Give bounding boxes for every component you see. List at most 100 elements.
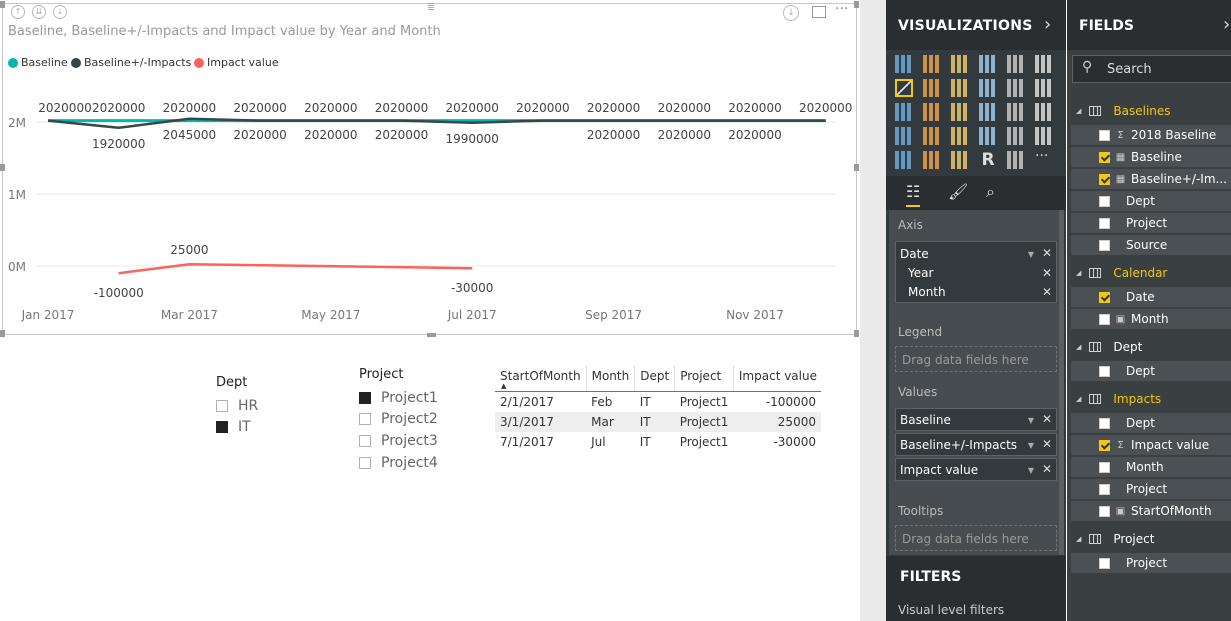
checkbox-empty-icon[interactable] (1099, 129, 1110, 141)
filled-map-icon[interactable] (895, 127, 913, 145)
more-visuals-icon[interactable]: ··· (1035, 149, 1053, 169)
collapse-triangle-icon[interactable]: ◢ (1076, 107, 1081, 115)
field-item[interactable]: Dept (1071, 413, 1231, 433)
project-slicer-item-4[interactable]: Project4 (359, 455, 438, 471)
checkbox-checked-icon[interactable] (1099, 151, 1110, 163)
field-group-calendar[interactable]: ◢ Calendar (1067, 262, 1231, 284)
table-row[interactable]: 3/1/2017 Mar IT Project1 25000 (495, 412, 821, 432)
remove-date-icon[interactable]: ✕ (1042, 246, 1052, 260)
remove-year-icon[interactable]: ✕ (1042, 266, 1052, 280)
ribbon-chart-icon[interactable] (1035, 79, 1053, 97)
matrix-icon[interactable] (951, 151, 969, 169)
clustered-column-icon[interactable] (979, 55, 997, 73)
tooltips-well-dropzone[interactable]: Drag data fields here (895, 525, 1057, 551)
legend-well-dropzone[interactable]: Drag data fields here (895, 346, 1057, 372)
card-icon[interactable] (979, 127, 997, 145)
collapse-triangle-icon[interactable]: ◢ (1076, 343, 1081, 351)
axis-field-month[interactable]: Month (908, 285, 946, 299)
checkbox-checked-icon[interactable] (1099, 439, 1110, 451)
visual-level-filters-label[interactable]: Visual level filters (898, 603, 1004, 617)
field-group-dept[interactable]: ◢ Dept (1067, 336, 1231, 358)
field-item[interactable]: Project (1071, 213, 1231, 233)
field-item[interactable]: ▣ Month (1071, 309, 1231, 329)
field-item[interactable]: Source (1071, 235, 1231, 255)
checkbox-empty-icon[interactable] (1099, 217, 1110, 229)
collapse-triangle-icon[interactable]: ◢ (1076, 269, 1081, 277)
table-icon[interactable] (923, 151, 941, 169)
column-header-dept[interactable]: Dept (634, 365, 675, 392)
field-item[interactable]: Month (1071, 457, 1231, 477)
axis-field-date[interactable]: Date (900, 247, 929, 261)
line-stacked-column-icon[interactable] (1007, 79, 1025, 97)
chevron-right-icon[interactable]: › (1044, 14, 1051, 35)
column-header-month[interactable]: Month (585, 365, 635, 392)
checkbox-empty-icon[interactable] (1099, 417, 1110, 429)
field-item[interactable]: ▦ Baseline+/-Im... (1071, 169, 1231, 189)
caret-down-icon[interactable]: ▼ (1028, 466, 1034, 475)
pie-chart-icon[interactable] (951, 103, 969, 121)
fields-tab-icon[interactable]: ☷ (906, 182, 921, 207)
area-chart-icon[interactable] (923, 79, 941, 97)
collapse-triangle-icon[interactable]: ◢ (1076, 535, 1081, 543)
project-slicer-item-2[interactable]: Project2 (359, 411, 438, 427)
caret-down-icon[interactable]: ▼ (1028, 250, 1034, 259)
project-slicer-item-3[interactable]: Project3 (359, 433, 438, 449)
r-visual-icon[interactable]: R (979, 151, 997, 169)
funnel-icon[interactable] (923, 127, 941, 145)
field-group-impacts[interactable]: ◢ Impacts (1067, 388, 1231, 410)
column-header-impact-value[interactable]: Impact value (732, 365, 821, 392)
multi-row-card-icon[interactable] (1007, 127, 1025, 145)
field-item[interactable]: ▣ StartOfMonth (1071, 501, 1231, 521)
field-item[interactable]: ▦ Baseline (1071, 147, 1231, 167)
values-field-baseline[interactable]: Baseline ▼ ✕ (895, 408, 1057, 431)
field-group-baselines[interactable]: ◢ Baselines (1067, 100, 1231, 122)
checkbox-empty-icon[interactable] (1099, 195, 1110, 207)
caret-down-icon[interactable]: ▼ (1028, 441, 1034, 450)
checkbox-empty-icon[interactable] (1099, 313, 1110, 325)
remove-month-icon[interactable]: ✕ (1042, 285, 1052, 299)
axis-field-year[interactable]: Year (908, 266, 933, 280)
slicer-icon[interactable] (895, 151, 913, 169)
collapse-triangle-icon[interactable]: ◢ (1076, 395, 1081, 403)
field-item[interactable]: Date (1071, 287, 1231, 307)
donut-chart-icon[interactable] (979, 103, 997, 121)
remove-field-icon[interactable]: ✕ (1042, 462, 1052, 476)
checkbox-empty-icon[interactable] (1099, 239, 1110, 251)
format-paint-roller-icon[interactable]: 🖌 (948, 182, 968, 201)
analytics-magnifier-icon[interactable]: ⌕ (986, 182, 995, 202)
stacked-bar-icon[interactable] (895, 55, 913, 73)
stacked-column-icon[interactable] (923, 55, 941, 73)
100-column-icon[interactable] (1035, 55, 1053, 73)
dept-slicer-item-hr[interactable]: HR (216, 398, 258, 414)
clustered-bar-icon[interactable] (951, 55, 969, 73)
values-field-impact-value[interactable]: Impact value ▼ ✕ (895, 458, 1057, 481)
checkbox-empty-icon[interactable] (1099, 505, 1110, 517)
table-row[interactable]: 7/1/2017 Jul IT Project1 -30000 (495, 432, 821, 452)
remove-field-icon[interactable]: ✕ (1042, 412, 1052, 426)
checkbox-checked-icon[interactable] (1099, 291, 1110, 303)
field-item[interactable]: Project (1071, 479, 1231, 499)
project-slicer-item-1[interactable]: Project1 (359, 390, 438, 406)
fields-search-input[interactable]: ⚲ Search (1072, 55, 1231, 83)
field-item[interactable]: Σ 2018 Baseline (1071, 125, 1231, 145)
stacked-area-icon[interactable] (951, 79, 969, 97)
waterfall-icon[interactable] (895, 103, 913, 121)
checkbox-empty-icon[interactable] (1099, 483, 1110, 495)
field-item[interactable]: Project (1071, 553, 1231, 573)
column-header-startofmonth[interactable]: StartOfMonth ▲ (495, 365, 587, 392)
chevron-right-icon[interactable]: › (1223, 14, 1230, 35)
checkbox-checked-icon[interactable] (1099, 173, 1110, 185)
column-header-project[interactable]: Project (674, 365, 734, 392)
checkbox-empty-icon[interactable] (1099, 365, 1110, 377)
map-icon[interactable] (1035, 103, 1053, 121)
field-item[interactable]: Dept (1071, 191, 1231, 211)
field-item[interactable]: Dept (1071, 361, 1231, 381)
kpi-icon[interactable] (1035, 127, 1053, 145)
treemap-icon[interactable] (1007, 103, 1025, 121)
field-item[interactable]: Σ Impact value (1071, 435, 1231, 455)
wells-scrollbar[interactable] (1059, 210, 1064, 555)
gauge-icon[interactable] (951, 127, 969, 145)
caret-down-icon[interactable]: ▼ (1028, 416, 1034, 425)
table-row[interactable]: 2/1/2017 Feb IT Project1 -100000 (495, 392, 821, 413)
axis-well[interactable]: Date ▼ ✕ Year ✕ Month ✕ (895, 241, 1057, 303)
